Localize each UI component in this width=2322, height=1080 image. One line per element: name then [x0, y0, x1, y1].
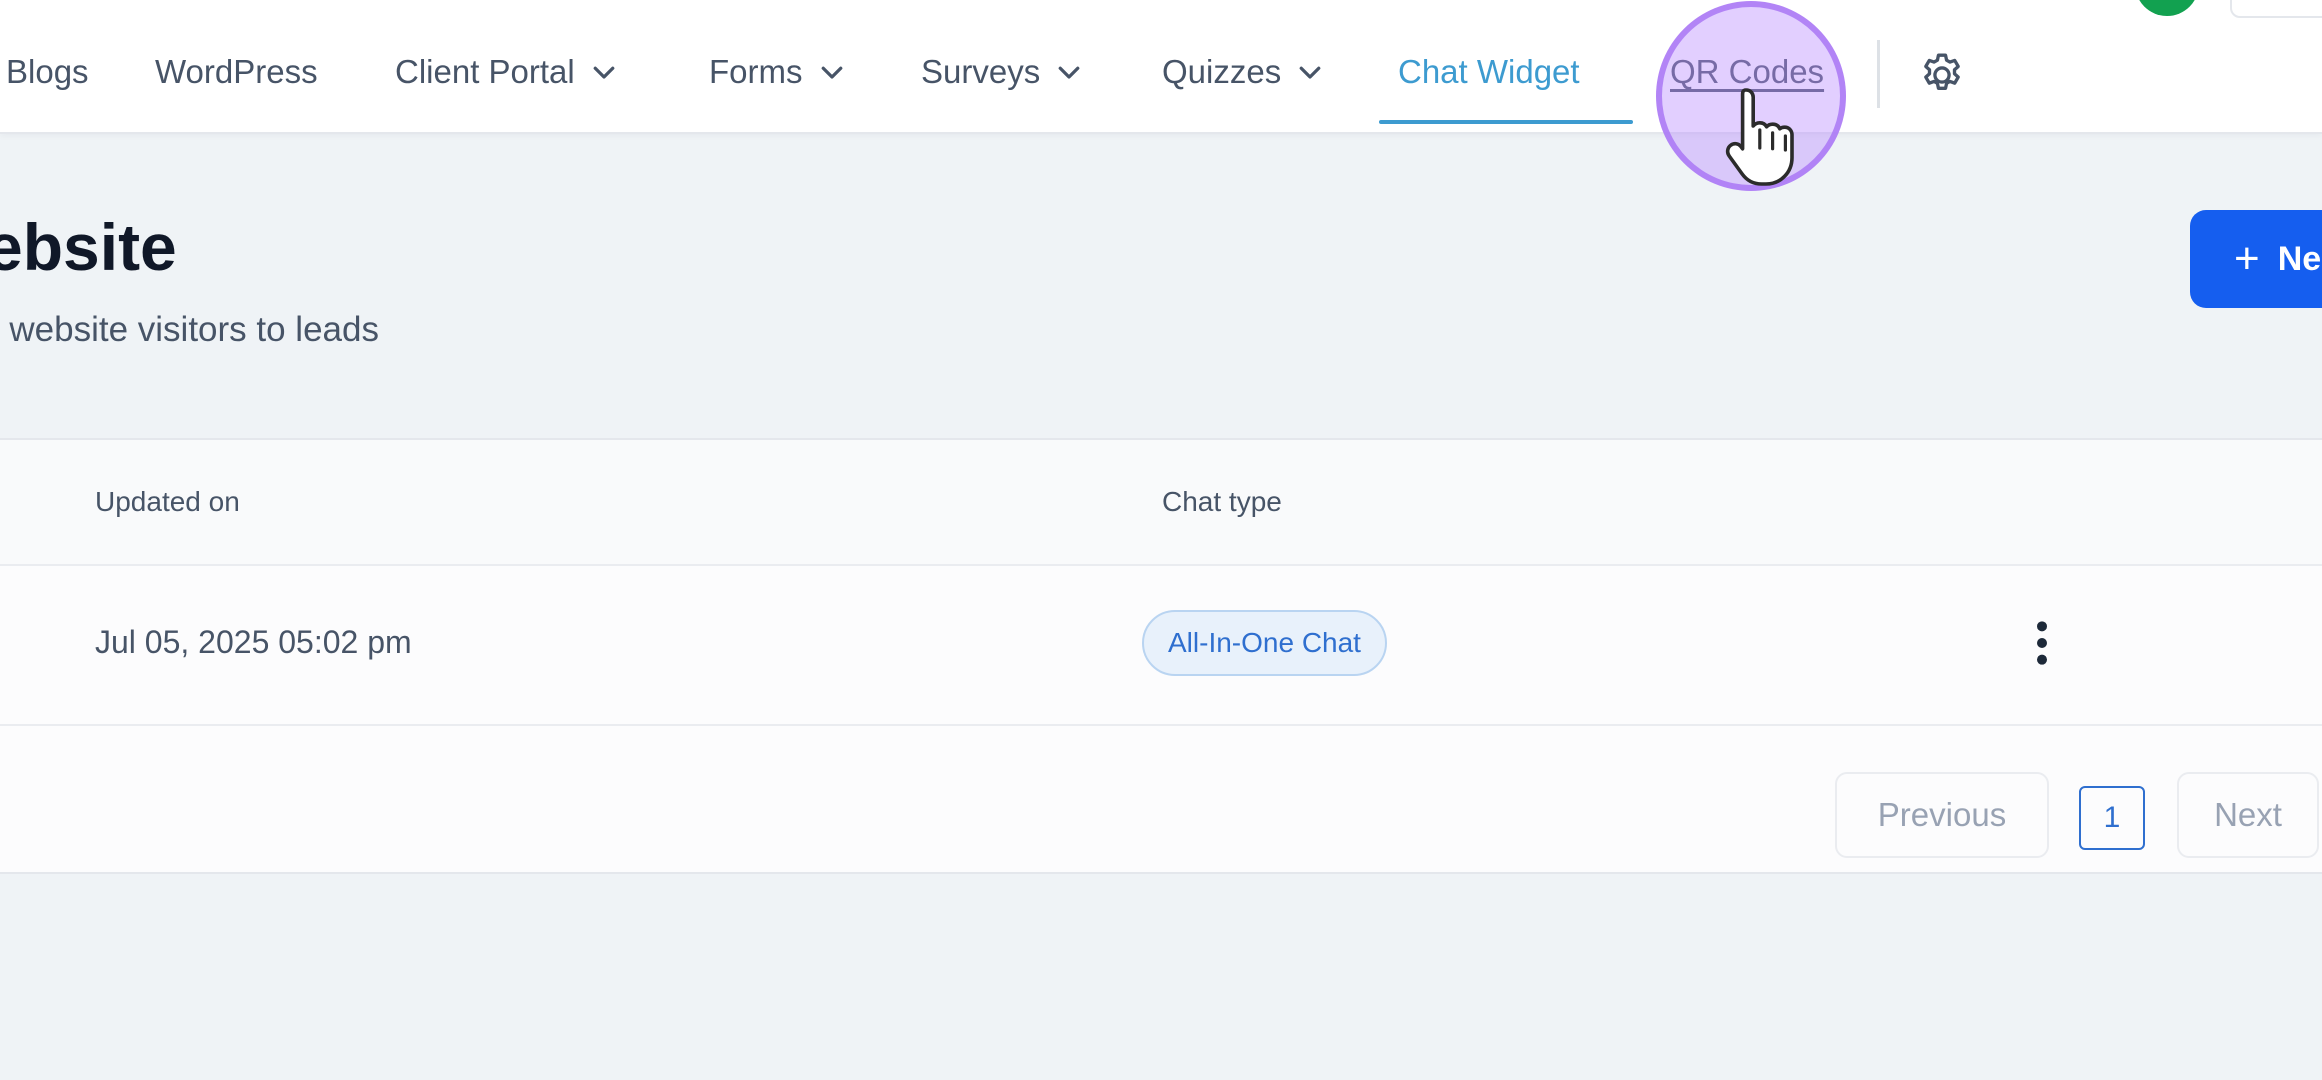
table-row[interactable]: Jul 05, 2025 05:02 pm All-In-One Chat [0, 566, 2322, 726]
chat-type-label: All-In-One Chat [1168, 627, 1361, 658]
chevron-down-icon [1299, 66, 1321, 79]
kebab-menu-icon[interactable] [2026, 618, 2058, 668]
nav-item-label: Blogs [6, 53, 89, 90]
new-chat-widget-button[interactable]: + Ne [2190, 210, 2322, 308]
nav-item-label: WordPress [155, 53, 318, 90]
hand-pointer-cursor-icon [1725, 88, 1794, 186]
nav-item-wordpress[interactable]: WordPress [155, 48, 318, 96]
nav-item-label: Surveys [921, 53, 1041, 90]
nav-divider [1877, 40, 1880, 108]
page-number-button[interactable]: 1 [2079, 786, 2145, 850]
table-header: Updated on Chat type [0, 440, 2322, 566]
page-title: ebsite [0, 210, 177, 284]
chevron-down-icon [593, 66, 615, 79]
pagination: Previous 1 Next [0, 726, 2322, 872]
nav-item-blogs[interactable]: Blogs [6, 48, 89, 96]
nav-item-label: Quizzes [1162, 53, 1282, 90]
account-switcher[interactable] [2230, 0, 2322, 18]
nav-item-label: Client Portal [395, 53, 575, 90]
nav-item-forms[interactable]: Forms [709, 48, 847, 96]
new-button-label: Ne [2277, 239, 2322, 278]
page-subtitle: r website visitors to leads [0, 310, 379, 349]
nav-item-client-portal[interactable]: Client Portal [395, 48, 619, 96]
plus-icon: + [2234, 234, 2260, 283]
previous-page-button[interactable]: Previous [1835, 772, 2049, 858]
chat-type-badge: All-In-One Chat [1142, 610, 1387, 676]
chevron-down-icon [821, 66, 842, 79]
nav-item-quizzes[interactable]: Quizzes [1162, 48, 1325, 96]
chevron-down-icon [1058, 66, 1080, 79]
nav-item-surveys[interactable]: Surveys [921, 48, 1084, 96]
column-header-updated-on[interactable]: Updated on [95, 486, 240, 518]
gear-icon[interactable] [1917, 50, 1967, 100]
nav-item-label: Forms [709, 53, 803, 90]
next-page-button[interactable]: Next [2177, 772, 2319, 858]
user-avatar[interactable] [2135, 0, 2199, 16]
chat-widgets-table: Updated on Chat type Jul 05, 2025 05:02 … [0, 438, 2322, 874]
nav-item-chat-widget[interactable]: Chat Widget [1398, 48, 1580, 96]
top-navigation: Blogs WordPress Client Portal Forms Surv… [0, 0, 2322, 134]
active-tab-indicator [1379, 120, 1633, 124]
nav-item-label: Chat Widget [1398, 53, 1580, 90]
updated-on-cell: Jul 05, 2025 05:02 pm [95, 624, 412, 660]
column-header-chat-type[interactable]: Chat type [1162, 486, 1282, 518]
